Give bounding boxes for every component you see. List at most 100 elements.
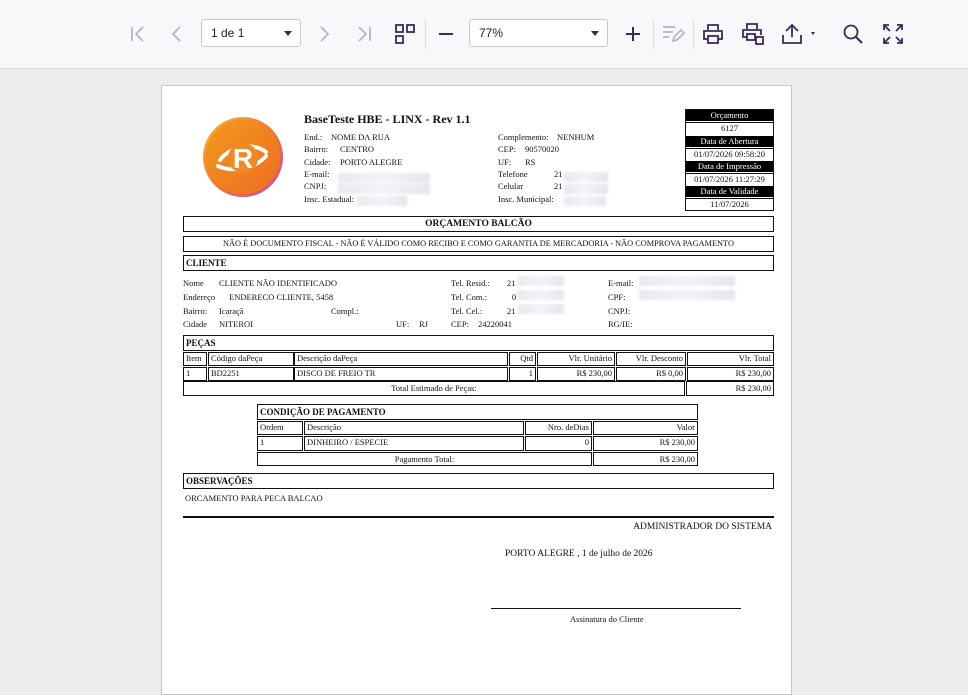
company-contact-field-label: Celular: [498, 181, 524, 192]
client-complement-label: Compl.:: [331, 306, 359, 316]
blurred-mobile-phone: [518, 304, 564, 314]
company-field-label: Cidade:: [304, 156, 331, 167]
logo-letter: R: [233, 143, 253, 174]
payment-section-title: CONDIÇÃO DE PAGAMENTO: [257, 404, 698, 420]
client-city: NITEROI: [219, 319, 253, 329]
payment-table-cell: 0: [525, 436, 592, 451]
blurred-work-phone: [518, 290, 564, 300]
multipage-view-button[interactable]: [391, 18, 419, 50]
client-address-label: Endereço: [183, 292, 216, 302]
caret-down-icon: [591, 31, 599, 36]
client-mobile: 21: [507, 306, 516, 316]
print-page-icon: [742, 23, 764, 45]
payment-table-cell: R$ 230,00: [593, 436, 698, 451]
payment-total-label: Pagamento Total:: [257, 452, 592, 466]
parts-column-header: Vlr. Desconto: [616, 352, 686, 366]
client-cnpj-label: CNPJ:: [608, 306, 631, 316]
blurred-client-email: [639, 276, 735, 286]
company-field-value: PORTO ALEGRE: [340, 156, 403, 167]
parts-column-header: Qtd: [509, 352, 536, 366]
fullscreen-button[interactable]: [879, 18, 907, 50]
client-state: RJ: [419, 319, 428, 329]
notes-text: ORCAMENTO PARA PECA BALCAO: [185, 493, 323, 503]
signature-line: [491, 608, 741, 609]
page-select[interactable]: 1 de 1: [201, 19, 301, 47]
payment-column-header: Ordem: [257, 421, 303, 435]
company-contact-field-value: NENHUM: [557, 132, 595, 142]
company-field-label: Insc. Estadual:: [304, 193, 355, 204]
blurred-im: [564, 196, 606, 206]
validity-date-label: Data de Validade: [686, 186, 773, 197]
blurred-cnpj: [338, 184, 430, 194]
search-icon: [843, 24, 863, 44]
client-district-label: Bairro:: [183, 306, 208, 316]
last-page-button[interactable]: [351, 18, 377, 50]
client-work-phone-label: Tel. Com.:: [451, 292, 488, 302]
opening-date: 01/07/2026 09:58:20: [686, 148, 773, 159]
zoom-select[interactable]: 77%: [469, 19, 608, 47]
chevron-left-icon: [171, 26, 181, 42]
blurred-mobile: [564, 184, 608, 194]
client-district: Icaraçã: [219, 306, 244, 316]
grid-view-icon: [395, 24, 415, 44]
export-button[interactable]: [780, 18, 822, 50]
validity-date: 11/07/2026: [686, 198, 773, 209]
previous-page-button[interactable]: [164, 18, 190, 50]
company-field-label: End.:: [304, 132, 323, 142]
next-page-button[interactable]: [311, 18, 337, 50]
parts-column-header: Vlr. Unitário: [537, 352, 615, 366]
zoom-in-button[interactable]: [620, 18, 646, 50]
company-contact-field-value: 21: [554, 181, 563, 192]
fiscal-disclaimer: NÃO É DOCUMENTO FISCAL - NÃO É VÁLIDO CO…: [183, 236, 774, 252]
company-field-value: CENTRO: [340, 144, 374, 155]
plus-icon: [626, 27, 640, 41]
toolbar-separator: [693, 19, 694, 49]
blurred-client-cpf: [639, 290, 735, 300]
opening-date-label: Data de Abertura: [686, 136, 773, 147]
parts-total-value: R$ 230,00: [686, 381, 774, 396]
client-name-label: Nome: [183, 278, 204, 288]
company-field-label: CNPJ:: [304, 181, 327, 192]
company-contact-field-label: CEP:: [498, 144, 516, 155]
company-contact-field-label: Telefone: [498, 168, 528, 179]
print-button[interactable]: [699, 18, 727, 50]
parts-table-cell: R$ 0,00: [616, 367, 686, 381]
edit-button[interactable]: [659, 18, 687, 50]
chevron-right-icon: [320, 26, 330, 42]
client-address: ENDERECO CLIENTE, 5458: [229, 292, 334, 302]
admin-name: ADMINISTRADOR DO SISTEMA: [633, 522, 772, 532]
parts-table-cell: DISCO DE FREIO TR: [294, 367, 508, 381]
parts-column-header: Item: [183, 352, 207, 366]
company-contact-field-value: 90570020: [525, 144, 559, 155]
client-home-phone: 21: [507, 278, 516, 288]
blurred-email: [338, 173, 430, 183]
company-name: BaseTeste HBE - LINX - Rev 1.1: [304, 112, 471, 126]
first-page-button[interactable]: [125, 18, 151, 50]
blurred-ie: [357, 196, 407, 206]
print-page-button[interactable]: [739, 18, 767, 50]
last-page-icon: [358, 26, 371, 42]
report-page: R BaseTeste HBE - LINX - Rev 1.1 End.: NO…: [161, 85, 792, 695]
toolbar-separator: [425, 19, 426, 49]
export-icon: [782, 23, 815, 44]
blurred-phone: [564, 172, 608, 182]
first-page-icon: [131, 26, 144, 42]
client-cpf-label: CPF:: [608, 292, 626, 302]
parts-table-cell: 1: [509, 367, 536, 381]
parts-section-title: PEÇAS: [183, 335, 774, 351]
caret-down-icon: [284, 31, 292, 36]
company-contact-field-value: 21: [554, 168, 563, 179]
notes-section-title: OBSERVAÇÕES: [183, 473, 774, 489]
search-button[interactable]: [839, 18, 867, 50]
zoom-out-button[interactable]: [433, 18, 459, 50]
parts-column-header: Vlr. Total: [687, 352, 774, 366]
company-logo: R: [202, 116, 284, 198]
budget-info-box: Orçamento 6127 Data de Abertura 01/07/20…: [685, 109, 774, 211]
page-select-value: 1 de 1: [211, 26, 245, 40]
budget-number: 6127: [686, 122, 773, 133]
zoom-select-value: 77%: [479, 26, 504, 40]
client-rgie-label: RG/IE:: [608, 319, 633, 329]
company-field-label: E-mail:: [304, 168, 330, 179]
place-and-date: PORTO ALEGRE , 1 de julho de 2026: [505, 549, 653, 559]
minus-icon: [439, 33, 453, 35]
